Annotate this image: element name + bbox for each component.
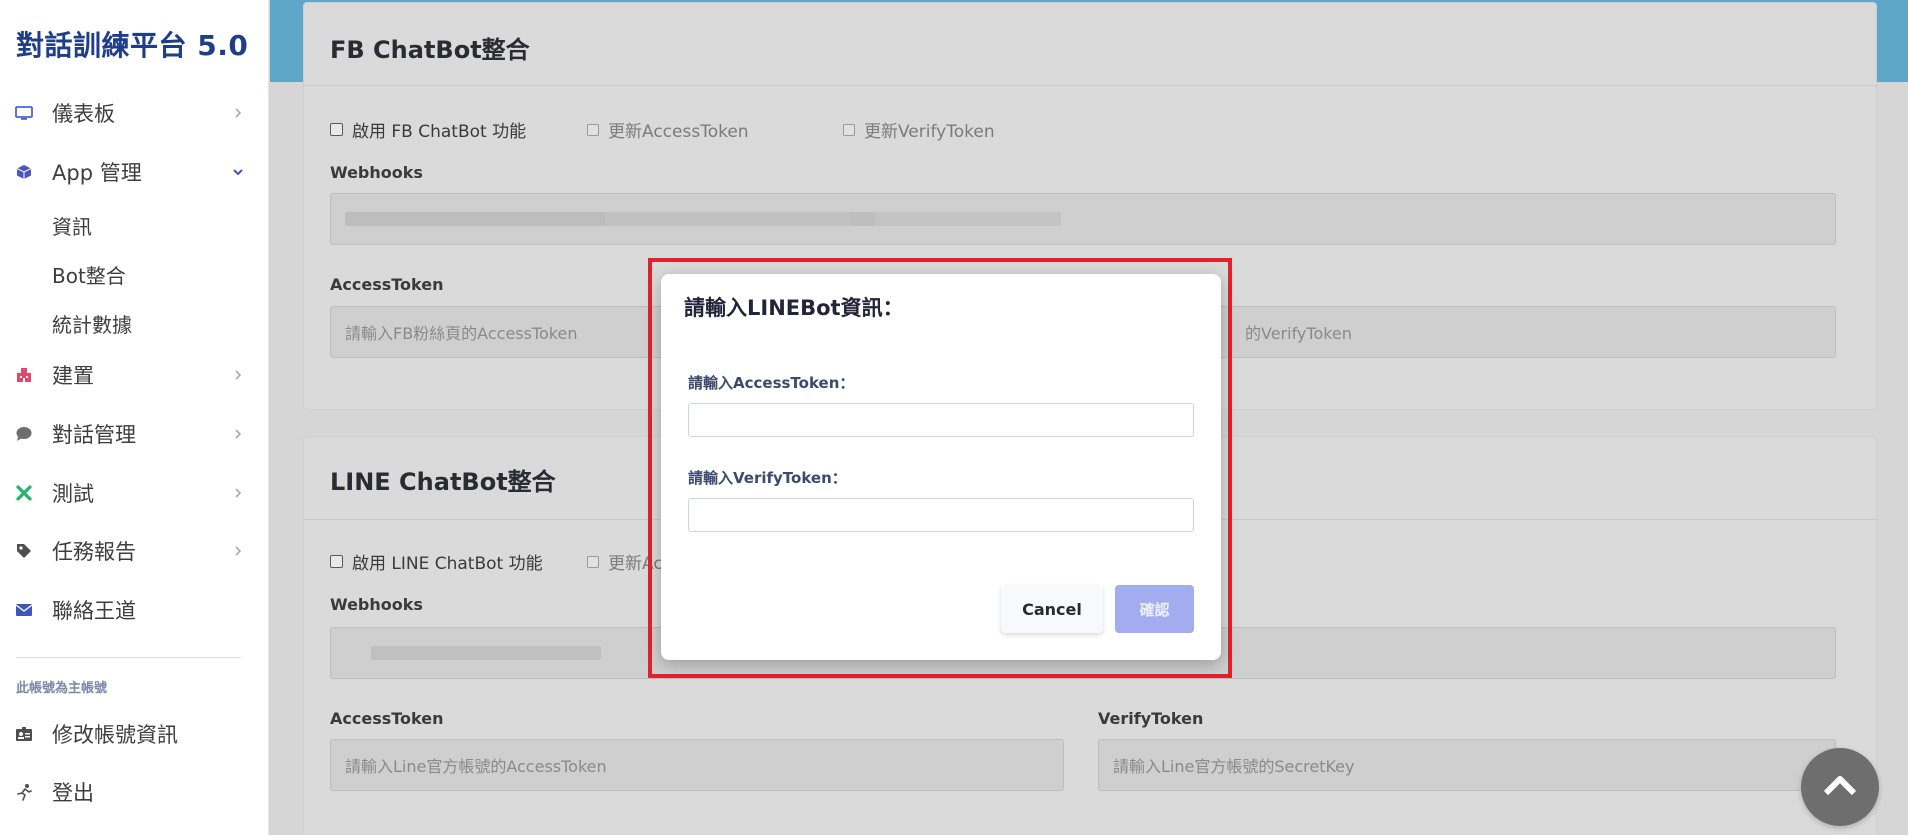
- sidebar-item-label: App 管理: [52, 161, 142, 185]
- fb-card-title: FB ChatBot整合: [330, 36, 530, 64]
- checkbox-label: 啟用 LINE ChatBot 功能: [352, 554, 543, 574]
- sidebar-item-label: 登出: [52, 781, 94, 805]
- cube-icon: [14, 162, 34, 182]
- redacted-text: [851, 212, 1061, 226]
- chat-bubble-icon: [14, 424, 34, 444]
- sidebar-item-label: 儀表板: [52, 102, 115, 126]
- chevron-down-icon: [230, 164, 246, 180]
- envelope-icon: [14, 600, 34, 620]
- sidebar-item-app-management[interactable]: App 管理: [0, 150, 269, 194]
- chevron-right-icon: [230, 105, 246, 121]
- line-webhooks-label: Webhooks: [330, 595, 423, 614]
- line-verifytoken-label: VerifyToken: [1098, 709, 1204, 728]
- dialog-verifytoken-input[interactable]: [688, 498, 1194, 532]
- fb-webhooks-label: Webhooks: [330, 163, 423, 182]
- sidebar-item-task-report[interactable]: 任務報告: [0, 529, 269, 573]
- sidebar-item-label: 任務報告: [52, 540, 136, 564]
- running-icon: [14, 782, 34, 802]
- sidebar-item-label: 建置: [52, 364, 94, 388]
- monitor-icon: [14, 103, 34, 123]
- chevron-right-icon: [230, 543, 246, 559]
- building-icon: [14, 365, 34, 385]
- confirm-button[interactable]: 確認: [1115, 585, 1194, 633]
- fb-update-accesstoken-checkbox[interactable]: 更新AccessToken: [587, 117, 749, 142]
- fb-enable-checkbox[interactable]: 啟用 FB ChatBot 功能: [330, 117, 526, 142]
- sidebar-item-label: 測試: [52, 482, 94, 506]
- chevron-right-icon: [230, 485, 246, 501]
- dialog-accesstoken-input[interactable]: [688, 403, 1194, 437]
- fb-webhooks-field[interactable]: [330, 193, 1836, 245]
- id-card-icon: [14, 724, 34, 744]
- checkbox-label: 更新VerifyToken: [864, 122, 995, 142]
- sidebar-item-dialogue-management[interactable]: 對話管理: [0, 412, 269, 456]
- line-card-title: LINE ChatBot整合: [330, 468, 556, 496]
- checkbox-box[interactable]: [587, 123, 599, 136]
- checkbox-box[interactable]: [587, 555, 599, 568]
- fb-accesstoken-label: AccessToken: [330, 275, 444, 294]
- tag-icon: [14, 541, 34, 561]
- linebot-info-dialog: 請輸入LINEBot資訊： 請輸入AccessToken： 請輸入VerifyT…: [661, 274, 1221, 660]
- checkbox-box[interactable]: [843, 123, 855, 136]
- redacted-text: [565, 212, 875, 226]
- sidebar-item-test[interactable]: 測試: [0, 471, 269, 515]
- dialog-title: 請輸入LINEBot資訊：: [684, 296, 904, 320]
- chevron-right-icon: [230, 426, 246, 442]
- card-separator: [304, 85, 1878, 86]
- sidebar-item-label: 聯絡王道: [52, 599, 136, 623]
- sidebar-divider: [16, 657, 241, 658]
- chevron-up-icon: [1823, 774, 1857, 800]
- scroll-to-top-button[interactable]: [1801, 748, 1879, 826]
- dialog-accesstoken-label: 請輸入AccessToken：: [688, 374, 855, 392]
- line-accesstoken-input[interactable]: 請輸入Line官方帳號的AccessToken: [330, 739, 1064, 791]
- sidebar-subitem-bot-integration[interactable]: Bot整合: [52, 260, 126, 289]
- sidebar-subitem-info[interactable]: 資訊: [52, 211, 92, 240]
- line-enable-checkbox[interactable]: 啟用 LINE ChatBot 功能: [330, 549, 543, 574]
- checkbox-label: 更新AccessToken: [608, 122, 749, 142]
- app-title: 對話訓練平台 5.0: [16, 29, 249, 62]
- checkbox-box[interactable]: [330, 555, 343, 568]
- account-note: 此帳號為主帳號: [16, 681, 108, 696]
- sidebar-item-dashboard[interactable]: 儀表板: [0, 91, 269, 135]
- sidebar-item-build[interactable]: 建置: [0, 353, 269, 397]
- cancel-button[interactable]: Cancel: [1001, 585, 1103, 633]
- sidebar-item-label: 對話管理: [52, 423, 136, 447]
- line-accesstoken-label: AccessToken: [330, 709, 444, 728]
- checkbox-box[interactable]: [330, 123, 343, 136]
- dialog-verifytoken-label: 請輸入VerifyToken：: [688, 469, 847, 487]
- sidebar-item-contact[interactable]: 聯絡王道: [0, 588, 269, 632]
- redacted-text: [371, 646, 601, 660]
- sidebar-item-logout[interactable]: 登出: [0, 770, 269, 814]
- checkbox-label: 啟用 FB ChatBot 功能: [352, 122, 527, 142]
- sidebar-item-edit-account[interactable]: 修改帳號資訊: [0, 712, 269, 756]
- fb-update-verifytoken-checkbox[interactable]: 更新VerifyToken: [843, 117, 995, 142]
- chevron-right-icon: [230, 367, 246, 383]
- sidebar-subitem-statistics[interactable]: 統計數據: [52, 309, 132, 338]
- sidebar: 對話訓練平台 5.0 儀表板 App 管理 資訊 Bot整合 統計數據 建置 對…: [0, 0, 269, 835]
- tools-icon: [14, 483, 34, 503]
- sidebar-item-label: 修改帳號資訊: [52, 723, 178, 747]
- line-verifytoken-input[interactable]: 請輸入Line官方帳號的SecretKey: [1098, 739, 1836, 791]
